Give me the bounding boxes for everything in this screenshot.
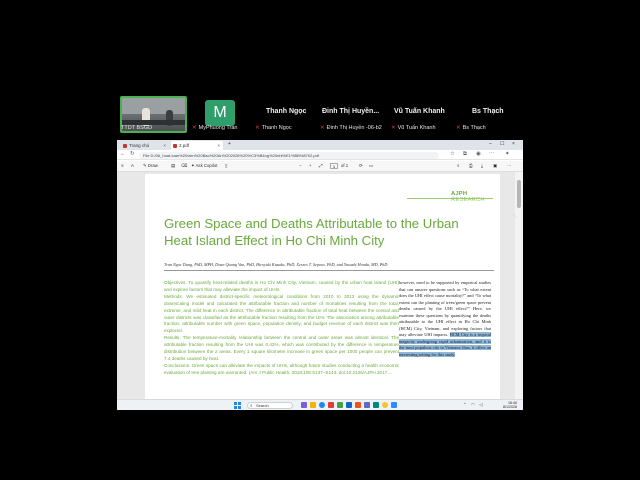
participant-label: TTDT BSGD: [121, 125, 153, 131]
abstract-conclusions: Conclusions. Green space can alleviate t…: [164, 362, 399, 375]
page-view-icon[interactable]: ▭: [369, 163, 373, 169]
chrome-icon[interactable]: [382, 402, 388, 408]
participant-label: ✕ Vũ Tuấn Khanh: [391, 125, 436, 131]
mic-muted-icon: ✕: [391, 125, 396, 131]
rotate-icon[interactable]: ⟳: [359, 163, 363, 169]
pdf-viewer[interactable]: AJPH RESEARCH Green Space and Deaths Att…: [117, 172, 515, 399]
powerpoint-icon[interactable]: [355, 402, 361, 408]
read-aloud-icon[interactable]: ▯: [225, 163, 227, 169]
zoom-out-button[interactable]: −: [299, 163, 302, 168]
close-icon[interactable]: ×: [163, 141, 166, 150]
app-icon[interactable]: [328, 402, 334, 408]
mic-muted-icon: ✕: [456, 125, 461, 131]
scroll-thumb[interactable]: [517, 180, 521, 208]
extensions-icon[interactable]: ⧉: [463, 151, 467, 158]
back-icon[interactable]: ←: [120, 151, 126, 157]
pdf-icon: [173, 143, 177, 148]
save-icon[interactable]: ⤓: [481, 163, 483, 168]
mic-muted-icon: ✕: [192, 125, 197, 131]
participant-label: ✕ MyPhuong Tran: [192, 125, 238, 131]
wifi-icon[interactable]: ◠: [471, 402, 475, 408]
save-as-icon[interactable]: ▣: [493, 163, 497, 169]
taskbar-clock[interactable]: 16:40 8/1/2026: [503, 401, 517, 410]
participant-name: Thanh Ngọc: [266, 108, 307, 115]
address-bar: ← ↻ File D:/06_hoat-tuan%20vien%20Bao%20…: [117, 150, 523, 160]
search-icon: ⌕: [250, 403, 253, 408]
mic-muted-icon: ✕: [320, 125, 325, 131]
tray-chevron-icon[interactable]: ⌃: [463, 402, 467, 408]
close-window-button[interactable]: ×: [512, 141, 515, 147]
edge-icon[interactable]: [319, 402, 325, 408]
page-count: of 1: [341, 163, 349, 168]
header-rule: [407, 198, 493, 199]
more-icon[interactable]: ⋯: [507, 163, 511, 169]
new-tab-button[interactable]: +: [228, 141, 231, 147]
star-icon[interactable]: ☆: [450, 151, 455, 157]
browser-tabbar: Trang chủ × 2.pdf × + – ☐ ×: [117, 140, 523, 150]
ask-copilot-button[interactable]: ✦ Ask Copilot: [191, 163, 217, 169]
word-icon[interactable]: [346, 402, 352, 408]
erase-icon[interactable]: ⌫: [181, 163, 187, 169]
participant-label: ✕ Bs Thạch: [456, 125, 486, 131]
url-input[interactable]: File D:/06_hoat-tuan%20vien%20Bao%20An%2…: [139, 151, 439, 159]
pdf-toolbar: ≡ A ✎ Draw ▤ ⌫ ✦ Ask Copilot ▯ − + ⤢ 1 o…: [117, 161, 523, 172]
video-background: [122, 98, 185, 114]
teams-icon[interactable]: [364, 402, 370, 408]
divider: [164, 270, 494, 271]
abstract-methods: Methods. We estimated district-specific …: [164, 293, 399, 334]
abstract-results: Results. The temperature-mortality relat…: [164, 335, 399, 361]
abstract: Objectives. To quantify heat-related dea…: [164, 280, 399, 377]
print-icon[interactable]: ⎙: [469, 163, 472, 168]
mic-muted-icon: ✕: [255, 125, 260, 131]
settings-icon[interactable]: ⋯: [489, 151, 495, 157]
article-title: Green Space and Deaths Attributable to t…: [164, 216, 459, 248]
participant-label: ✕ Đinh Thị Huyền -06-b2: [320, 125, 382, 131]
zoom-in-button[interactable]: +: [309, 163, 312, 168]
journal-header: AJPH RESEARCH: [451, 191, 485, 203]
windows-start-icon[interactable]: [234, 402, 241, 409]
avatar[interactable]: M: [205, 100, 235, 126]
zoom-icon[interactable]: [391, 402, 397, 408]
volume-icon[interactable]: ◁: [479, 402, 482, 408]
mouse-cursor-icon: ↖: [512, 213, 518, 220]
participant-name: Bs Thạch: [472, 108, 504, 115]
participant-name: Vũ Tuấn Khanh: [394, 108, 445, 115]
participant-name: Đinh Thị Huyền...: [322, 108, 380, 115]
search-icon[interactable]: ⌕: [457, 163, 459, 168]
tab-pdf[interactable]: 2.pdf ×: [171, 141, 223, 150]
participant-label: ✕ Thanh Ngọc: [255, 125, 292, 131]
app-icon[interactable]: [337, 402, 343, 408]
article-authors: Tran Ngoc Dang, PhD, MPH, Doan Quang Van…: [164, 262, 388, 267]
maximize-button[interactable]: ☐: [500, 141, 504, 147]
page-icon: [123, 143, 127, 148]
task-view-icon[interactable]: [301, 402, 307, 408]
page-number-input[interactable]: 1: [330, 163, 338, 169]
refresh-icon[interactable]: ↻: [130, 151, 135, 157]
meeting-screen: TTDT BSGD M ✕ MyPhuong Tran Thanh Ngọc ✕ T…: [0, 0, 640, 480]
pdf-page: AJPH RESEARCH Green Space and Deaths Att…: [145, 174, 500, 399]
draw-button[interactable]: ✎ Draw: [143, 163, 158, 169]
body-text-column: however, need to be supported by empiric…: [399, 280, 492, 357]
app-icon[interactable]: [373, 402, 379, 408]
minimize-button[interactable]: –: [489, 141, 492, 147]
copilot-icon[interactable]: ✦: [505, 151, 510, 157]
profile-icon[interactable]: ◉: [476, 151, 481, 157]
close-icon[interactable]: ×: [217, 141, 220, 150]
taskbar-search-input[interactable]: ⌕ Search: [247, 402, 293, 409]
highlight-icon[interactable]: ▤: [171, 163, 175, 169]
shared-screen: Trang chủ × 2.pdf × + – ☐ × ← ↻ File D:/06…: [117, 140, 523, 410]
text-icon[interactable]: A: [131, 163, 134, 168]
file-explorer-icon[interactable]: [310, 402, 316, 408]
fit-page-icon[interactable]: ⤢: [319, 163, 322, 168]
abstract-objectives: Objectives. To quantify heat-related dea…: [164, 280, 399, 292]
tab-home[interactable]: Trang chủ ×: [121, 141, 169, 150]
vertical-scrollbar[interactable]: [515, 172, 523, 399]
windows-taskbar: ⌕ Search ⌃ ◠ ◁ 16:40 8/1/2026: [117, 399, 523, 410]
menu-icon[interactable]: ≡: [121, 163, 124, 168]
